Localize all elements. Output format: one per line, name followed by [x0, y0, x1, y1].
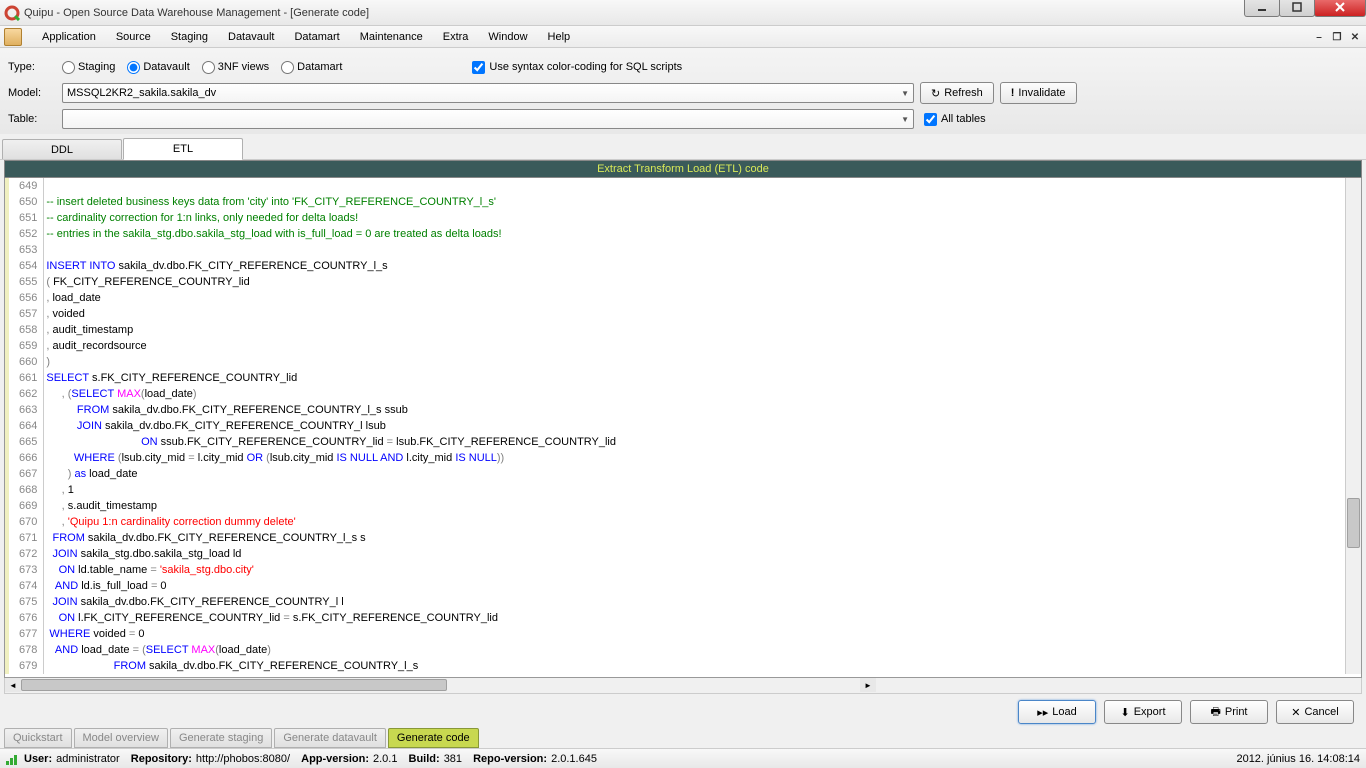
nav-tab-model-overview[interactable]: Model overview: [74, 728, 168, 748]
mdi-minimize-button[interactable]: –: [1312, 30, 1326, 44]
tab-ddl[interactable]: DDL: [2, 139, 122, 159]
status-datetime: 2012. június 16. 14:08:14: [1236, 753, 1360, 765]
refresh-button[interactable]: ↻Refresh: [920, 82, 994, 104]
status-appver: 2.0.1: [373, 753, 397, 765]
mdi-restore-button[interactable]: ❐: [1330, 30, 1344, 44]
status-repo: http://phobos:8080/: [196, 753, 290, 765]
code-section-header: Extract Transform Load (ETL) code: [4, 160, 1362, 178]
navigation-tabs: Quickstart Model overview Generate stagi…: [4, 728, 479, 748]
connection-icon: [6, 753, 20, 765]
line-gutter: 6496506516526536546556566576586596606616…: [5, 178, 44, 674]
window-minimize-button[interactable]: [1244, 0, 1280, 17]
invalidate-button[interactable]: !Invalidate: [1000, 82, 1077, 104]
status-build: 381: [444, 753, 462, 765]
code-content[interactable]: -- insert deleted business keys data fro…: [44, 178, 616, 674]
code-tabbar: DDL ETL: [0, 138, 1366, 160]
tab-etl[interactable]: ETL: [123, 138, 243, 160]
app-icon: [4, 5, 20, 21]
menu-datavault[interactable]: Datavault: [218, 28, 284, 46]
status-repover-label: Repo-version:: [473, 753, 547, 765]
menu-source[interactable]: Source: [106, 28, 161, 46]
warning-icon: !: [1011, 87, 1015, 99]
table-label: Table:: [8, 113, 62, 125]
action-buttons: ▸▸Load ⬇Export 🖶Print ✕Cancel: [1018, 700, 1354, 724]
status-build-label: Build:: [409, 753, 440, 765]
type-label: Type:: [8, 61, 62, 73]
nav-tab-quickstart[interactable]: Quickstart: [4, 728, 72, 748]
type-radio-3nf[interactable]: 3NF views: [202, 61, 269, 74]
play-icon: ▸▸: [1037, 706, 1048, 719]
window-maximize-button[interactable]: [1279, 0, 1315, 17]
hscroll-thumb[interactable]: [21, 679, 447, 691]
type-radio-datavault[interactable]: Datavault: [127, 61, 189, 74]
nav-tab-generate-code[interactable]: Generate code: [388, 728, 479, 748]
statusbar: User: administrator Repository: http://p…: [0, 748, 1366, 768]
status-appver-label: App-version:: [301, 753, 369, 765]
refresh-icon: ↻: [931, 87, 940, 100]
cancel-button[interactable]: ✕Cancel: [1276, 700, 1354, 724]
menu-staging[interactable]: Staging: [161, 28, 218, 46]
controls-panel: Type: Staging Datavault 3NF views Datama…: [0, 48, 1366, 134]
window-close-button[interactable]: [1314, 0, 1366, 17]
export-button[interactable]: ⬇Export: [1104, 700, 1182, 724]
chevron-down-icon: ▼: [901, 89, 909, 98]
print-button[interactable]: 🖶Print: [1190, 700, 1268, 724]
status-repover: 2.0.1.645: [551, 753, 597, 765]
model-label: Model:: [8, 87, 62, 99]
table-combo[interactable]: ▼: [62, 109, 914, 129]
model-combo[interactable]: MSSQL2KR2_sakila.sakila_dv▼: [62, 83, 914, 103]
type-radio-datamart[interactable]: Datamart: [281, 61, 342, 74]
nav-tab-generate-datavault[interactable]: Generate datavault: [274, 728, 386, 748]
app-menu-icon[interactable]: [4, 28, 22, 46]
menu-help[interactable]: Help: [538, 28, 581, 46]
status-user-label: User:: [24, 753, 52, 765]
menu-extra[interactable]: Extra: [433, 28, 479, 46]
scroll-right-arrow[interactable]: ►: [860, 678, 876, 692]
menu-datamart[interactable]: Datamart: [284, 28, 349, 46]
download-icon: ⬇: [1120, 706, 1129, 719]
syntax-color-checkbox[interactable]: Use syntax color-coding for SQL scripts: [472, 61, 682, 74]
horizontal-scrollbar[interactable]: ◄ ►: [4, 678, 1362, 694]
window-title: Quipu - Open Source Data Warehouse Manag…: [24, 7, 369, 19]
menu-window[interactable]: Window: [478, 28, 537, 46]
menu-maintenance[interactable]: Maintenance: [350, 28, 433, 46]
status-user: administrator: [56, 753, 120, 765]
nav-tab-generate-staging[interactable]: Generate staging: [170, 728, 272, 748]
scrollbar-thumb[interactable]: [1347, 498, 1360, 548]
close-icon: ✕: [1291, 706, 1300, 719]
mdi-close-button[interactable]: ✕: [1348, 30, 1362, 44]
vertical-scrollbar[interactable]: [1345, 178, 1361, 674]
menu-application[interactable]: Application: [32, 28, 106, 46]
chevron-down-icon: ▼: [901, 115, 909, 124]
printer-icon: 🖶: [1210, 703, 1220, 722]
type-radio-staging[interactable]: Staging: [62, 61, 115, 74]
load-button[interactable]: ▸▸Load: [1018, 700, 1096, 724]
menubar: ApplicationSourceStagingDatavaultDatamar…: [0, 26, 1366, 48]
code-editor[interactable]: 6496506516526536546556566576586596606616…: [4, 178, 1362, 678]
scroll-left-arrow[interactable]: ◄: [5, 678, 21, 692]
all-tables-checkbox[interactable]: All tables: [924, 113, 986, 126]
status-repo-label: Repository:: [131, 753, 192, 765]
window-titlebar: Quipu - Open Source Data Warehouse Manag…: [0, 0, 1366, 26]
